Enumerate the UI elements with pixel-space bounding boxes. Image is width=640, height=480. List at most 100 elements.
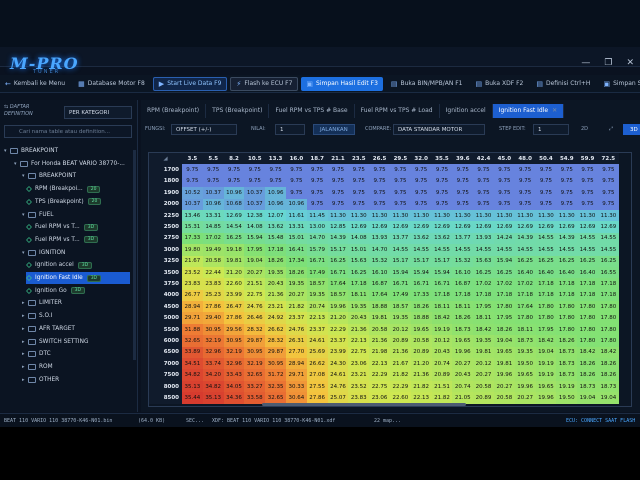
map-cell[interactable]: 9.75 <box>535 175 557 188</box>
view-2d-button[interactable]: 2D <box>581 126 588 132</box>
map-cell[interactable]: 9.75 <box>244 175 266 188</box>
map-cell[interactable]: 9.75 <box>473 164 494 176</box>
map-cell[interactable]: 14.39 <box>514 232 536 245</box>
map-cell[interactable]: 21.36 <box>265 289 286 302</box>
map-cell[interactable]: 14.55 <box>452 244 474 256</box>
close-icon[interactable]: ✕ <box>552 107 557 114</box>
map-cell[interactable]: 9.75 <box>285 175 307 188</box>
map-cell[interactable]: 11.30 <box>327 209 349 222</box>
map-cell[interactable]: 9.75 <box>597 164 619 176</box>
map-cell[interactable]: 16.25 <box>473 266 494 279</box>
map-cell[interactable]: 27.70 <box>285 346 307 359</box>
map-cell[interactable]: 17.80 <box>556 301 578 313</box>
map-cell[interactable]: 18.26 <box>410 301 432 313</box>
map-cell[interactable]: 9.75 <box>410 175 432 188</box>
map-cell[interactable]: 12.69 <box>348 221 370 233</box>
map-cell[interactable]: 32.96 <box>223 358 245 370</box>
map-cell[interactable]: 22.75 <box>348 346 370 359</box>
map-cell[interactable]: 14.70 <box>306 232 328 245</box>
map-cell[interactable]: 19.81 <box>473 346 494 359</box>
map-cell[interactable]: 35.13 <box>182 380 203 393</box>
map-cell[interactable]: 15.94 <box>431 266 453 279</box>
map-cell[interactable]: 19.49 <box>202 244 224 256</box>
map-cell[interactable]: 22.60 <box>389 392 411 404</box>
map-cell[interactable]: 19.96 <box>535 392 557 404</box>
map-cell[interactable]: 23.37 <box>327 335 349 347</box>
map-cell[interactable]: 22.13 <box>410 392 432 404</box>
map-cell[interactable]: 33.27 <box>244 380 266 393</box>
map-cell[interactable]: 12.69 <box>389 221 411 233</box>
map-cell[interactable]: 14.55 <box>577 244 598 256</box>
map-cell[interactable]: 20.58 <box>493 392 515 404</box>
tree-map-item[interactable]: RPM (Breakpoi... 20 <box>26 183 101 195</box>
map-cell[interactable]: 23.06 <box>348 358 370 370</box>
tree-folder[interactable]: ▾ FUEL <box>22 209 53 221</box>
map-cell[interactable]: 14.55 <box>535 244 557 256</box>
map-cell[interactable]: 9.75 <box>514 175 536 188</box>
map-cell[interactable]: 18.57 <box>327 289 349 302</box>
map-cell[interactable]: 11.30 <box>431 209 453 222</box>
map-cell[interactable]: 12.69 <box>452 221 474 233</box>
map-cell[interactable]: 19.65 <box>493 346 515 359</box>
map-cell[interactable]: 9.75 <box>369 187 390 199</box>
map-cell[interactable]: 16.25 <box>327 255 349 267</box>
map-cell[interactable]: 13.62 <box>265 221 286 233</box>
map-cell[interactable]: 20.43 <box>348 312 370 324</box>
map-cell[interactable]: 9.75 <box>348 175 370 188</box>
map-cell[interactable]: 26.31 <box>285 335 307 347</box>
map-cell[interactable]: 19.35 <box>514 346 536 359</box>
map-cell[interactable]: 17.95 <box>535 323 557 336</box>
map-cell[interactable]: 19.65 <box>514 369 536 381</box>
map-cell[interactable]: 18.11 <box>452 301 474 313</box>
map-cell[interactable]: 14.55 <box>597 244 619 256</box>
map-cell[interactable]: 23.21 <box>265 301 286 313</box>
map-cell[interactable]: 20.43 <box>452 369 474 381</box>
map-cell[interactable]: 18.42 <box>473 323 494 336</box>
map-cell[interactable]: 9.75 <box>327 198 349 210</box>
map-cell[interactable]: 17.80 <box>556 323 578 336</box>
map-cell[interactable]: 9.75 <box>452 198 474 210</box>
map-cell[interactable]: 17.64 <box>327 278 349 290</box>
map-cell[interactable]: 11.30 <box>556 209 578 222</box>
tree-folder[interactable]: ▾ BREAKPOINT <box>22 170 76 182</box>
map-cell[interactable]: 16.25 <box>514 255 536 267</box>
map-cell[interactable]: 17.18 <box>577 278 598 290</box>
sidebar-scrollbar[interactable] <box>133 150 136 360</box>
map-cell[interactable]: 9.75 <box>431 175 453 188</box>
map-cell[interactable]: 9.75 <box>431 164 453 176</box>
map-cell[interactable]: 15.32 <box>369 255 390 267</box>
map-cell[interactable]: 16.71 <box>306 255 328 267</box>
map-cell[interactable]: 9.75 <box>473 198 494 210</box>
map-cell[interactable]: 15.63 <box>348 255 370 267</box>
map-cell[interactable]: 23.52 <box>348 380 370 393</box>
map-cell[interactable]: 9.75 <box>369 175 390 188</box>
map-cell[interactable]: 20.27 <box>285 289 307 302</box>
maximize-icon[interactable]: ❐ <box>604 58 612 68</box>
map-cell[interactable]: 19.80 <box>182 244 203 256</box>
map-cell[interactable]: 22.29 <box>369 369 390 381</box>
map-cell[interactable]: 23.83 <box>182 278 203 290</box>
map-cell[interactable]: 20.58 <box>473 380 494 393</box>
map-cell[interactable]: 34.05 <box>223 380 245 393</box>
tab-ignition-fast-idle[interactable]: Ignition Fast Idle ✕ <box>492 104 565 118</box>
map-cell[interactable]: 19.81 <box>223 255 245 267</box>
compare-select[interactable]: DATA STANDAR MOTOR <box>393 124 485 135</box>
map-cell[interactable]: 22.13 <box>306 312 328 324</box>
map-cell[interactable]: 19.04 <box>577 392 598 404</box>
map-cell[interactable]: 15.17 <box>389 255 411 267</box>
map-cell[interactable]: 9.75 <box>535 187 557 199</box>
map-cell[interactable]: 20.12 <box>473 358 494 370</box>
map-cell[interactable]: 14.39 <box>556 232 578 245</box>
map-cell[interactable]: 19.35 <box>265 266 286 279</box>
map-cell[interactable]: 9.75 <box>389 164 411 176</box>
map-cell[interactable]: 20.89 <box>410 346 432 359</box>
tree-folder[interactable]: ▸ AFR TARGET <box>22 323 75 335</box>
map-cell[interactable]: 11.30 <box>514 209 536 222</box>
map-cell[interactable]: 14.55 <box>431 244 453 256</box>
map-cell[interactable]: 9.75 <box>389 175 411 188</box>
map-cell[interactable]: 14.55 <box>597 232 619 245</box>
map-cell[interactable]: 9.75 <box>556 187 578 199</box>
map-cell[interactable]: 18.73 <box>597 380 619 393</box>
map-cell[interactable]: 25.23 <box>202 289 224 302</box>
map-cell[interactable]: 16.71 <box>410 278 432 290</box>
